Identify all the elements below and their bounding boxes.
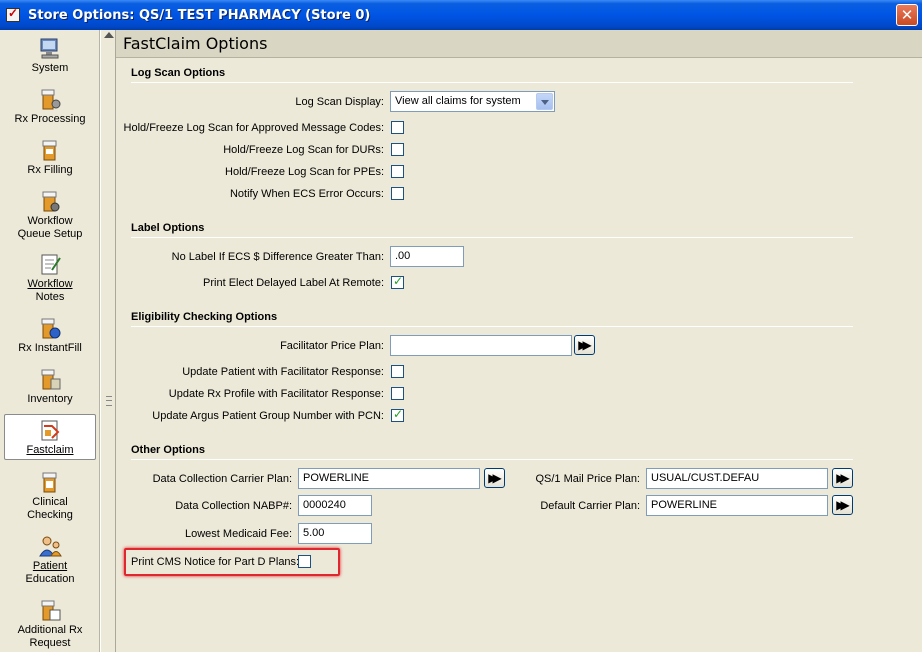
sidebar-item-label: Inventory — [27, 393, 73, 405]
hold-approved-label: Hold/Freeze Log Scan for Approved Messag… — [123, 122, 384, 134]
title-bar: Store Options: QS/1 TEST PHARMACY (Store… — [0, 0, 922, 30]
page-title: FastClaim Options — [116, 30, 922, 58]
sidebar-item-patient-education[interactable]: Patient Education — [4, 534, 96, 586]
sidebar-item-label: Queue Setup — [17, 228, 83, 240]
carrier-plan-lookup-button[interactable]: ▶▶ — [484, 468, 505, 488]
mail-price-plan-label: QS/1 Mail Price Plan: — [535, 473, 640, 485]
hold-durs-checkbox[interactable] — [391, 143, 404, 156]
sidebar-item-rx-processing[interactable]: Rx Processing — [4, 87, 96, 126]
computer-icon — [38, 36, 62, 60]
section-title-label-options: Label Options — [131, 222, 205, 234]
inventory-icon — [38, 367, 62, 391]
hold-approved-checkbox[interactable] — [391, 121, 404, 134]
section-divider — [131, 237, 853, 238]
notify-ecs-error-checkbox[interactable] — [391, 187, 404, 200]
sidebar-item-label: Additional Rx — [17, 624, 83, 636]
log-scan-display-label: Log Scan Display: — [295, 96, 384, 108]
sidebar-item-clinical-checking[interactable]: Clinical Checking — [4, 470, 96, 522]
log-scan-display-select[interactable]: View all claims for system — [390, 91, 555, 112]
hold-ppes-label: Hold/Freeze Log Scan for PPEs: — [225, 166, 384, 178]
sidebar-item-system[interactable]: System — [4, 36, 96, 75]
facilitator-price-plan-label: Facilitator Price Plan: — [280, 340, 384, 352]
notify-ecs-error-label: Notify When ECS Error Occurs: — [229, 188, 384, 200]
chevron-down-icon[interactable] — [536, 93, 553, 110]
no-label-difference-label: No Label If ECS $ Difference Greater Tha… — [171, 251, 384, 263]
workflow-queue-icon — [38, 189, 62, 213]
facilitator-price-plan-input[interactable] — [390, 335, 572, 356]
data-collection-carrier-plan-label: Data Collection Carrier Plan: — [152, 473, 292, 485]
sidebar-item-label: Request — [29, 637, 71, 649]
default-carrier-plan-label: Default Carrier Plan: — [540, 500, 640, 512]
sidebar-item-additional-rx-request[interactable]: Additional Rx Request — [4, 598, 96, 650]
update-patient-checkbox[interactable] — [391, 365, 404, 378]
mail-price-plan-input[interactable]: USUAL/CUST.DEFAU — [646, 468, 828, 489]
sidebar-item-label: Patient — [32, 560, 68, 572]
sidebar-item-label: Rx InstantFill — [18, 342, 82, 354]
section-divider — [131, 459, 853, 460]
facilitator-price-plan-lookup-button[interactable]: ▶▶ — [574, 335, 595, 355]
print-elect-delayed-checkbox[interactable] — [391, 274, 404, 289]
update-patient-label: Update Patient with Facilitator Response… — [182, 366, 384, 378]
pill-bottle-icon — [38, 138, 62, 162]
main-panel: FastClaim Options Log Scan Options Log S… — [116, 30, 922, 652]
update-argus-checkbox[interactable] — [391, 407, 404, 422]
mail-price-plan-lookup-button[interactable]: ▶▶ — [832, 468, 853, 488]
clinical-icon — [38, 470, 62, 494]
default-carrier-plan-lookup-button[interactable]: ▶▶ — [832, 495, 853, 515]
lowest-medicaid-fee-input[interactable]: 5.00 — [298, 523, 372, 544]
default-carrier-plan-input[interactable]: POWERLINE — [646, 495, 828, 516]
window-title: Store Options: QS/1 TEST PHARMACY (Store… — [28, 7, 371, 23]
print-cms-notice-checkbox[interactable] — [298, 555, 311, 568]
scroll-up-arrow-icon[interactable] — [104, 32, 114, 38]
sidebar-item-label: Rx Processing — [14, 113, 86, 125]
close-button[interactable]: ✕ — [896, 4, 918, 26]
lowest-medicaid-fee-label: Lowest Medicaid Fee: — [185, 528, 292, 540]
sidebar-item-label: Checking — [27, 509, 73, 521]
section-title-other: Other Options — [131, 444, 205, 456]
sidebar-item-label: Rx Filling — [27, 164, 73, 176]
update-rx-profile-label: Update Rx Profile with Facilitator Respo… — [168, 388, 384, 400]
rx-request-icon — [38, 598, 62, 622]
sidebar-item-rx-filling[interactable]: Rx Filling — [4, 138, 96, 177]
sidebar-item-label: Fastclaim — [26, 444, 74, 456]
section-title-log-scan: Log Scan Options — [131, 67, 226, 79]
section-title-eligibility: Eligibility Checking Options — [131, 311, 278, 323]
sidebar-item-inventory[interactable]: Inventory — [4, 367, 96, 406]
log-scan-display-value: View all claims for system — [395, 95, 521, 107]
fastclaim-icon — [38, 418, 62, 442]
print-elect-delayed-label: Print Elect Delayed Label At Remote: — [203, 277, 384, 289]
sidebar-item-label: Workflow — [27, 215, 73, 227]
sidebar-item-rx-instantfill[interactable]: Rx InstantFill — [4, 316, 96, 355]
no-label-difference-input[interactable]: .00 — [390, 246, 464, 267]
instantfill-icon — [38, 316, 62, 340]
patient-icon — [38, 534, 62, 558]
data-collection-carrier-plan-input[interactable]: POWERLINE — [298, 468, 480, 489]
sidebar-item-label: Education — [25, 573, 75, 585]
sidebar-item-label: Clinical — [32, 496, 68, 508]
sidebar-item-workflow-notes[interactable]: Workflow Notes — [4, 252, 96, 304]
options-sidebar: System Rx Processing Rx Filling Workflow… — [0, 30, 100, 652]
update-rx-profile-checkbox[interactable] — [391, 387, 404, 400]
notes-icon — [38, 252, 62, 276]
app-icon — [6, 6, 20, 22]
print-cms-notice-label: Print CMS Notice for Part D Plans: — [131, 556, 300, 568]
data-collection-nabp-input[interactable]: 0000240 — [298, 495, 372, 516]
section-divider — [131, 82, 853, 83]
sidebar-item-workflow-queue-setup[interactable]: Workflow Queue Setup — [4, 189, 96, 241]
hold-durs-label: Hold/Freeze Log Scan for DURs: — [223, 144, 384, 156]
sidebar-item-label: Workflow — [27, 278, 73, 290]
update-argus-label: Update Argus Patient Group Number with P… — [152, 410, 384, 422]
sidebar-item-label: Notes — [35, 291, 65, 303]
splitter-grip-icon[interactable] — [106, 396, 112, 406]
section-divider — [131, 326, 853, 327]
sidebar-item-label: System — [31, 62, 69, 74]
sidebar-item-fastclaim[interactable]: Fastclaim — [4, 414, 96, 460]
data-collection-nabp-label: Data Collection NABP#: — [175, 500, 292, 512]
pill-bottle-gear-icon — [38, 87, 62, 111]
hold-ppes-checkbox[interactable] — [391, 165, 404, 178]
sidebar-splitter[interactable] — [100, 30, 116, 652]
